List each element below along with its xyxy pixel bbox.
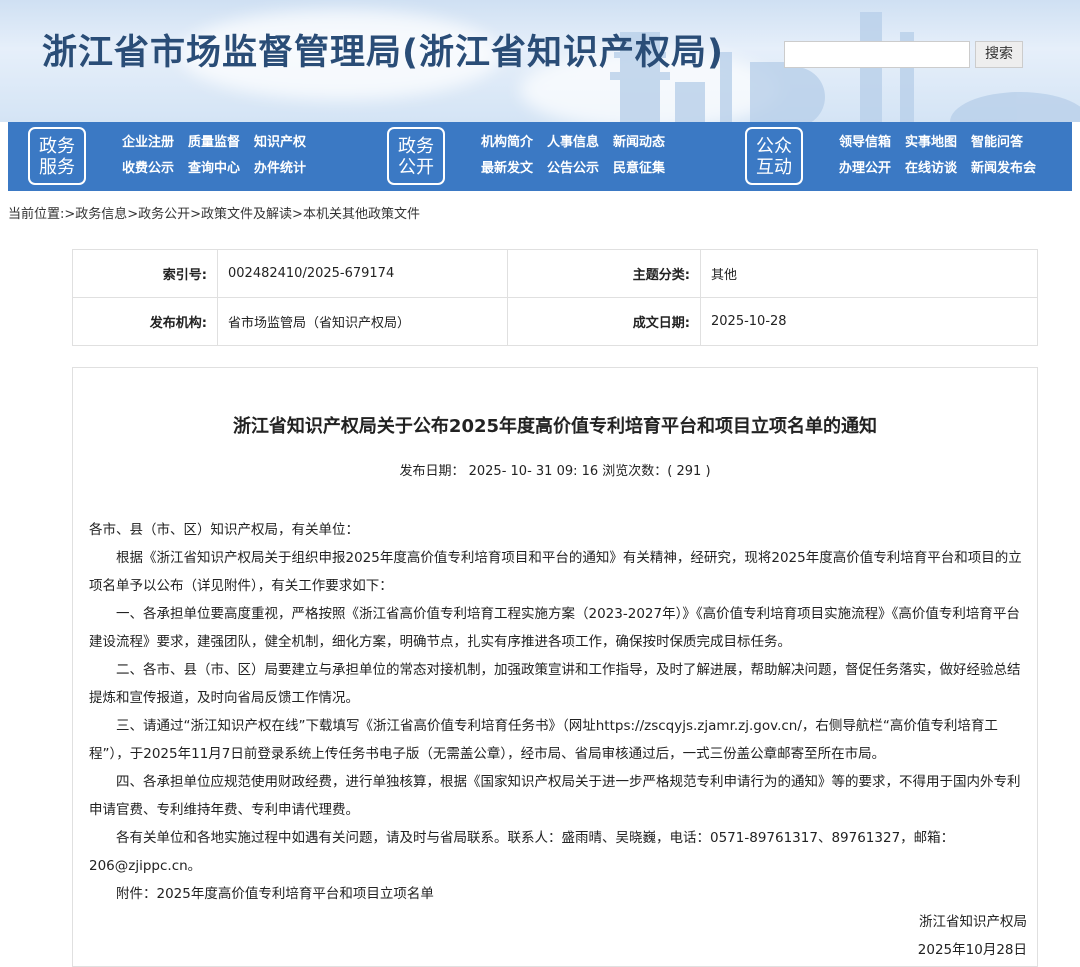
salutation: 各市、县（市、区）知识产权局，有关单位： xyxy=(89,522,359,538)
nav-link[interactable]: 收费公示 xyxy=(122,160,174,178)
paragraph: 四、各承担单位应规范使用财政经费，进行单独核算，根据《国家知识产权局关于进一步严… xyxy=(89,774,1021,818)
article-meta: 发布日期： 2025- 10- 31 09: 16 浏览次数：( 291 ) xyxy=(399,464,711,479)
article: 浙江省知识产权局关于公布2025年度高价值专利培育平台和项目立项名单的通知 发布… xyxy=(72,367,1038,967)
nav-links-open: 机构简介 人事信息 新闻动态 最新发文 公告公示 民意征集 xyxy=(481,134,665,178)
nav-link[interactable]: 新闻动态 xyxy=(613,134,665,152)
nav-badge-public-interaction[interactable]: 公众 互动 xyxy=(745,127,803,185)
index-label: 索引号: xyxy=(72,249,218,298)
sign-date: 2025年10月28日 xyxy=(917,942,1027,958)
attachment-link[interactable]: 附件：2025年度高价值专利培育平台和项目立项名单 xyxy=(89,880,1027,908)
nav-link[interactable]: 在线访谈 xyxy=(905,160,957,178)
breadcrumb[interactable]: 当前位置:>政务信息>政务公开>政策文件及解读>本机关其他政策文件 xyxy=(8,203,420,222)
badge-line: 公开 xyxy=(398,157,434,178)
signature: 浙江省知识产权局 xyxy=(919,914,1027,930)
nav-link[interactable]: 质量监督 xyxy=(188,134,240,152)
date-label: 成文日期: xyxy=(507,297,701,346)
nav-link[interactable]: 办件统计 xyxy=(254,160,306,178)
badge-line: 公众 xyxy=(756,136,792,157)
search-input[interactable] xyxy=(784,41,970,68)
date-value: 2025-10-28 xyxy=(700,297,1038,346)
main-nav: 政务 服务 企业注册 质量监督 知识产权 收费公示 查询中心 办件统计 政务 公开 机构简介… xyxy=(8,122,1072,191)
nav-links-service: 企业注册 质量监督 知识产权 收费公示 查询中心 办件统计 xyxy=(122,134,306,178)
badge-line: 服务 xyxy=(39,157,75,178)
nav-link[interactable]: 领导信箱 xyxy=(839,134,891,152)
site-header: 浙江省市场监督管理局(浙江省知识产权局) 搜索 xyxy=(0,0,1080,122)
issuer-label: 发布机构: xyxy=(72,297,218,346)
nav-badge-gov-service[interactable]: 政务 服务 xyxy=(28,127,86,185)
nav-link[interactable]: 实事地图 xyxy=(905,134,957,152)
paragraph: 二、各市、县（市、区）局要建立与承担单位的常态对接机制，加强政策宣讲和工作指导，… xyxy=(89,662,1021,706)
paragraph: 三、请通过“浙江知识产权在线”下载填写《浙江省高价值专利培育任务书》（网址htt… xyxy=(89,718,998,762)
index-value: 002482410/2025-679174 xyxy=(217,249,508,298)
nav-link[interactable]: 知识产权 xyxy=(254,134,306,152)
paragraph: 根据《浙江省知识产权局关于组织申报2025年度高价值专利培育项目和平台的通知》有… xyxy=(89,550,1022,594)
paragraph: 各有关单位和各地实施过程中如遇有关问题，请及时与省局联系。联系人：盛雨晴、吴晓巍… xyxy=(89,830,955,874)
nav-link[interactable]: 公告公示 xyxy=(547,160,599,178)
category-value: 其他 xyxy=(700,249,1038,298)
badge-line: 政务 xyxy=(398,136,434,157)
nav-link[interactable]: 民意征集 xyxy=(613,160,665,178)
nav-link[interactable]: 人事信息 xyxy=(547,134,599,152)
nav-links-interaction: 领导信箱 实事地图 智能问答 办理公开 在线访谈 新闻发布会 xyxy=(839,134,1036,178)
paragraph: 一、各承担单位要高度重视，严格按照《浙江省高价值专利培育工程实施方案（2023-… xyxy=(89,606,1020,650)
article-body: 各市、县（市、区）知识产权局，有关单位： 根据《浙江省知识产权局关于组织申报20… xyxy=(89,516,1027,964)
nav-link[interactable]: 企业注册 xyxy=(122,134,174,152)
document-info-table: 索引号: 002482410/2025-679174 主题分类: 其他 发布机构… xyxy=(72,249,1038,346)
nav-link[interactable]: 最新发文 xyxy=(481,160,533,178)
nav-link[interactable]: 办理公开 xyxy=(839,160,891,178)
nav-link[interactable]: 机构简介 xyxy=(481,134,533,152)
category-label: 主题分类: xyxy=(507,249,701,298)
nav-link[interactable]: 智能问答 xyxy=(971,134,1036,152)
badge-line: 互动 xyxy=(756,157,792,178)
nav-badge-gov-open[interactable]: 政务 公开 xyxy=(387,127,445,185)
badge-line: 政务 xyxy=(39,136,75,157)
search-button[interactable]: 搜索 xyxy=(975,41,1023,68)
article-title: 浙江省知识产权局关于公布2025年度高价值专利培育平台和项目立项名单的通知 xyxy=(232,416,878,437)
nav-link[interactable]: 查询中心 xyxy=(188,160,240,178)
nav-link[interactable]: 新闻发布会 xyxy=(971,160,1036,178)
issuer-value: 省市场监管局（省知识产权局） xyxy=(217,297,508,346)
site-title: 浙江省市场监督管理局(浙江省知识产权局) xyxy=(42,33,724,73)
